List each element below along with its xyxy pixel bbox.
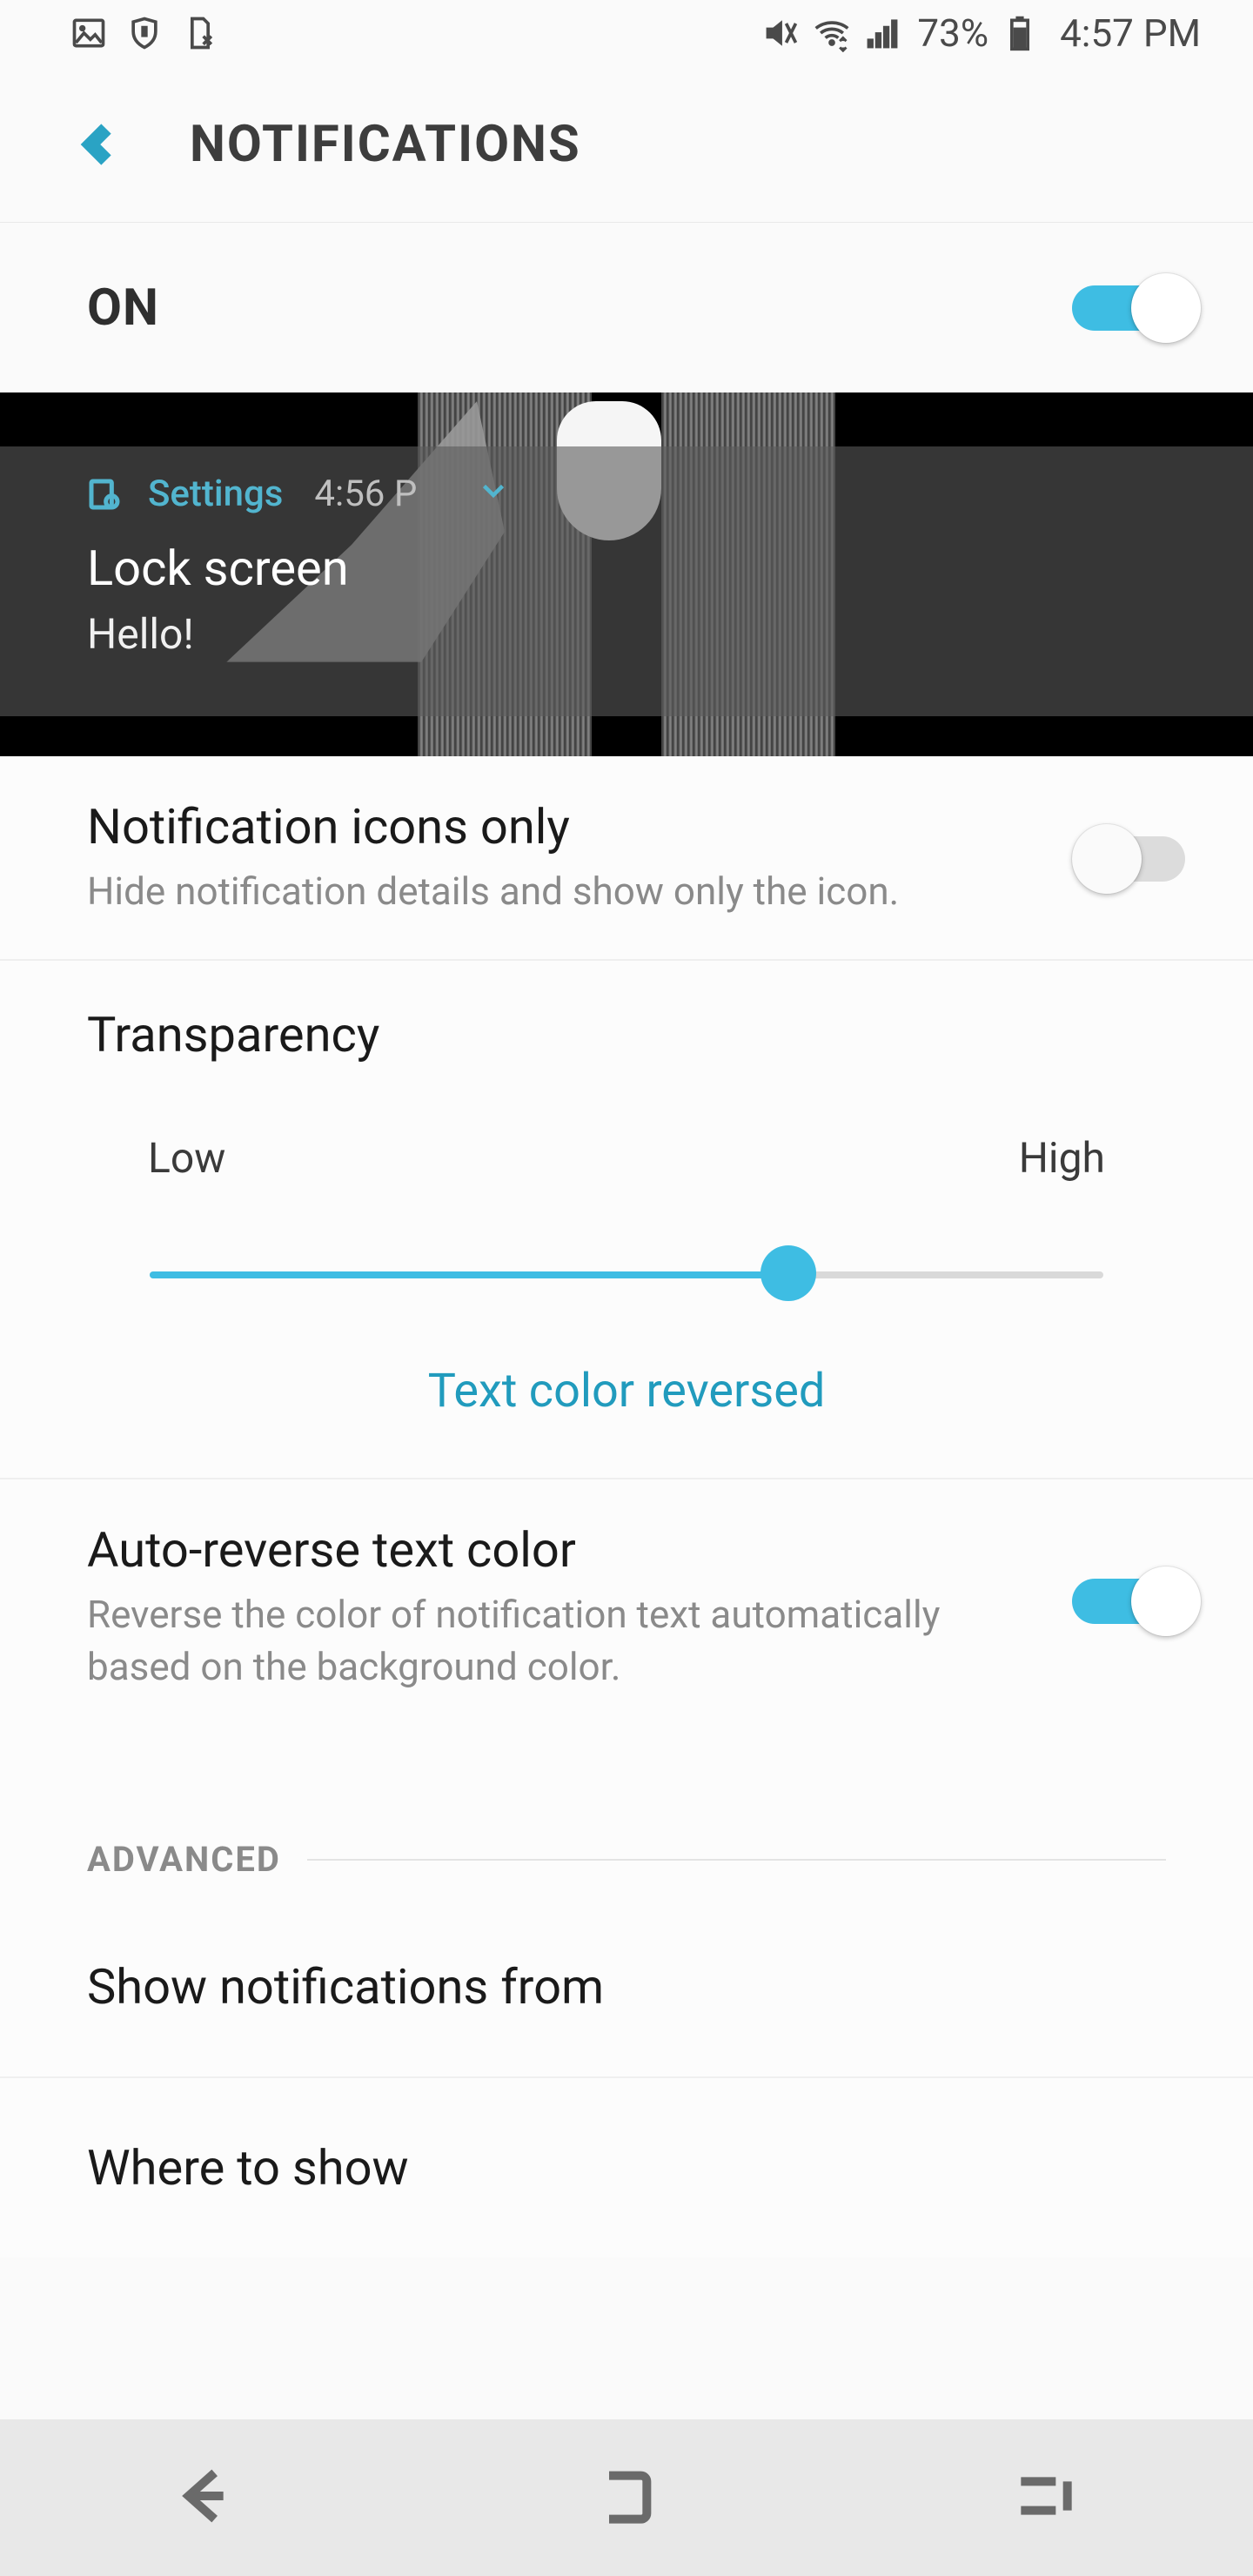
transparency-high-label: High xyxy=(1019,1133,1105,1183)
advanced-label-text: ADVANCED xyxy=(87,1839,281,1880)
transparency-low-label: Low xyxy=(148,1133,225,1183)
app-header: NOTIFICATIONS xyxy=(0,66,1253,223)
shield-icon xyxy=(125,14,164,52)
transparency-block: Transparency Low High Text color reverse… xyxy=(0,961,1253,1479)
preview-card: Settings 4:56 P Lock screen Hello! xyxy=(0,446,1253,716)
auto-reverse-desc: Reverse the color of notification text a… xyxy=(87,1589,1037,1693)
master-toggle[interactable] xyxy=(1072,273,1201,343)
home-button[interactable] xyxy=(592,2461,661,2534)
wifi-icon xyxy=(813,14,851,52)
text-color-reversed-link[interactable]: Text color reversed xyxy=(87,1364,1166,1419)
chevron-down-icon xyxy=(478,473,509,515)
clock-text: 4:57 PM xyxy=(1060,10,1201,56)
mute-vibrate-icon xyxy=(762,14,801,52)
notification-preview: Settings 4:56 P Lock screen Hello! xyxy=(0,392,1253,756)
icons-only-desc: Hide notification details and show only … xyxy=(87,866,1037,917)
status-bar: 73% 4:57 PM xyxy=(0,0,1253,66)
show-notifications-from-row[interactable]: Show notifications from xyxy=(0,1897,1253,2078)
transparency-title: Transparency xyxy=(87,1006,1166,1063)
preview-title: Lock screen xyxy=(87,540,1218,597)
auto-reverse-row[interactable]: Auto-reverse text color Reverse the colo… xyxy=(0,1479,1253,1734)
where-to-show-row[interactable]: Where to show xyxy=(0,2078,1253,2257)
recents-button[interactable] xyxy=(1009,2461,1079,2534)
back-button[interactable] xyxy=(174,2461,244,2534)
auto-reverse-toggle[interactable] xyxy=(1072,1566,1201,1636)
advanced-section-label: ADVANCED xyxy=(0,1734,1253,1897)
preview-app-name: Settings xyxy=(148,473,283,515)
sim-error-icon xyxy=(181,14,219,52)
transparency-slider[interactable] xyxy=(87,1245,1166,1301)
master-toggle-label: ON xyxy=(87,278,159,338)
icons-only-row[interactable]: Notification icons only Hide notificatio… xyxy=(0,756,1253,961)
icons-only-toggle[interactable] xyxy=(1072,824,1201,894)
preview-time: 4:56 P xyxy=(314,473,417,515)
battery-icon xyxy=(1001,14,1039,52)
auto-reverse-title: Auto-reverse text color xyxy=(87,1521,1037,1579)
signal-icon xyxy=(863,14,901,52)
system-nav-bar xyxy=(0,2419,1253,2576)
icons-only-title: Notification icons only xyxy=(87,798,1037,855)
page-title: NOTIFICATIONS xyxy=(190,115,581,174)
battery-pct: 73% xyxy=(917,10,988,56)
master-toggle-row[interactable]: ON xyxy=(0,223,1253,392)
picture-icon xyxy=(70,14,108,52)
preview-body: Hello! xyxy=(87,609,1218,659)
settings-app-icon xyxy=(87,477,122,512)
back-icon[interactable] xyxy=(78,124,120,165)
